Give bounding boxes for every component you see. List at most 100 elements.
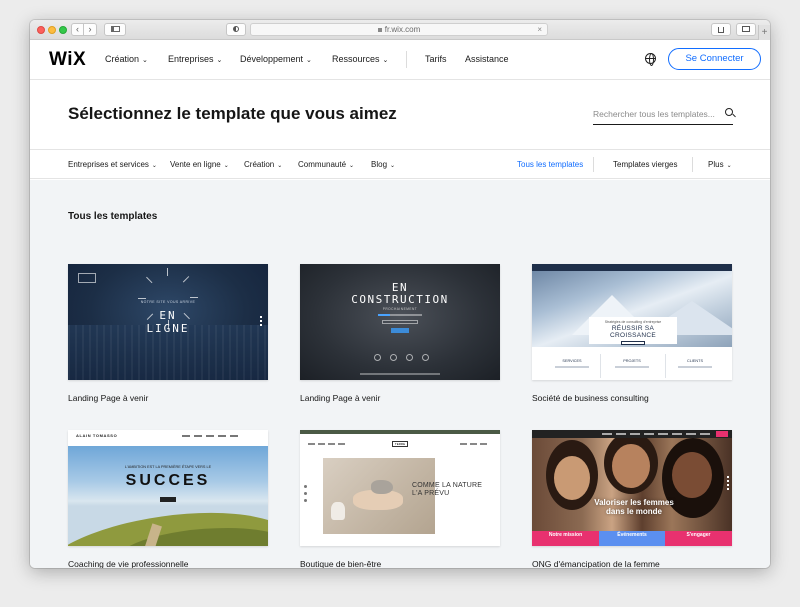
template-thumbnail[interactable]: ALAIN TOMASSO L'AMBITION EST LA PREMIÈRE…: [68, 430, 268, 546]
share-button[interactable]: [711, 23, 731, 36]
minimize-window-button[interactable]: [48, 26, 56, 34]
social-icon: [304, 499, 307, 502]
shop-logo: TERRE: [392, 441, 408, 447]
category-vente[interactable]: Vente en ligne ⌄: [170, 160, 229, 169]
template-caption[interactable]: ONG d'émancipation de la femme: [532, 559, 660, 568]
category-divider: [692, 157, 693, 172]
box-events: Événements: [599, 531, 665, 546]
social-icon: [304, 492, 307, 495]
search-icon[interactable]: [725, 108, 733, 116]
template-card[interactable]: TERRE COMME LA NATURE L'A PRÉVU Boutique …: [300, 430, 500, 568]
category-creation-label: Création: [244, 160, 275, 169]
progress-bar: [378, 314, 422, 316]
face-image: [554, 456, 590, 500]
facebook-icon: [374, 354, 381, 361]
shield-icon: [233, 26, 239, 32]
reload-icon[interactable]: ×: [537, 24, 542, 35]
box-engage: S'engager: [665, 531, 732, 546]
sidebar-toggle-button[interactable]: [104, 23, 126, 36]
thumb-menu: [460, 443, 490, 445]
column-divider: [665, 354, 666, 378]
tab-blank-templates[interactable]: Templates vierges: [613, 160, 677, 169]
browser-toolbar: ‹ › fr.wix.com × +: [30, 20, 770, 40]
decor-ray: [182, 276, 190, 283]
chevron-down-icon: ⌄: [277, 163, 283, 169]
zoom-window-button[interactable]: [59, 26, 67, 34]
thumb-header: [532, 430, 732, 438]
footer-line: [360, 373, 440, 375]
chevron-down-icon: ⌄: [726, 163, 732, 169]
template-thumbnail[interactable]: NOTRE SITE VOUS ARRIVE EN LIGNE: [68, 264, 268, 380]
gallery-title: Tous les templates: [68, 211, 158, 222]
thumb-menu: [182, 435, 238, 437]
category-communaute[interactable]: Communauté ⌄: [298, 160, 354, 169]
thumb-button: [160, 497, 176, 502]
chevron-down-icon: ⌄: [223, 163, 229, 169]
privacy-button[interactable]: [226, 23, 246, 36]
search-input[interactable]: Rechercher tous les templates...: [593, 105, 733, 125]
thumb-menu: [602, 433, 712, 435]
nav-entreprises[interactable]: Entreprises ⌄: [168, 54, 222, 64]
category-blog[interactable]: Blog ⌄: [371, 160, 395, 169]
column-line: [555, 366, 589, 368]
instagram-icon: [406, 354, 413, 361]
sidebar-icon: [110, 26, 120, 32]
email-field: [382, 320, 418, 324]
category-entreprises[interactable]: Entreprises et services ⌄: [68, 160, 157, 169]
close-window-button[interactable]: [37, 26, 45, 34]
category-blog-label: Blog: [371, 160, 388, 169]
category-divider: [593, 157, 594, 172]
template-caption[interactable]: Société de business consulting: [532, 393, 649, 403]
template-card[interactable]: EN CONSTRUCTION PROCHAINEMENT Landing Pa…: [300, 264, 500, 403]
thumb-menu: [308, 443, 346, 445]
wix-logo[interactable]: WiX: [49, 49, 86, 71]
decor-ray: [146, 276, 153, 284]
decor-ray: [168, 320, 169, 328]
nav-creation[interactable]: Création ⌄: [105, 54, 148, 64]
column-line: [615, 366, 649, 368]
template-thumbnail[interactable]: TERRE COMME LA NATURE L'A PRÉVU: [300, 430, 500, 546]
category-creation[interactable]: Création ⌄: [244, 160, 282, 169]
tab-overview-button[interactable]: [736, 23, 756, 36]
template-caption[interactable]: Landing Page à venir: [300, 393, 380, 403]
template-caption[interactable]: Coaching de vie professionnelle: [68, 559, 189, 568]
chevron-down-icon: ⌄: [382, 57, 389, 64]
template-card[interactable]: ALAIN TOMASSO L'AMBITION EST LA PREMIÈRE…: [68, 430, 268, 568]
stone-image: [371, 480, 393, 494]
headline-line-1: Valoriser les femmes: [594, 498, 674, 507]
template-thumbnail[interactable]: Valoriser les femmes dans le monde Notre …: [532, 430, 732, 546]
hero-section: Sélectionnez le template que vous aimez …: [30, 81, 770, 149]
new-tab-button[interactable]: +: [758, 25, 770, 40]
forward-button[interactable]: ›: [84, 23, 97, 36]
template-card[interactable]: Valoriser les femmes dans le monde Notre …: [532, 430, 732, 568]
page-title: Sélectionnez le template que vous aimez: [68, 104, 397, 123]
template-gallery: Tous les templates NOTRE SITE VOUS ARRIV…: [30, 180, 770, 568]
chevron-down-icon: ⌄: [151, 163, 157, 169]
template-card[interactable]: NOTRE SITE VOUS ARRIVE EN LIGNE Landing …: [68, 264, 268, 403]
back-button[interactable]: ‹: [71, 23, 84, 36]
tab-all-templates[interactable]: Tous les templates: [517, 160, 583, 169]
address-bar[interactable]: fr.wix.com ×: [250, 23, 548, 36]
thumb-subtitle: L'AMBITION EST LA PREMIÈRE ÉTAPE VERS LE: [124, 465, 212, 469]
nav-developpement[interactable]: Développement ⌄: [240, 54, 312, 64]
nav-assistance[interactable]: Assistance: [465, 54, 509, 64]
nav-tarifs[interactable]: Tarifs: [425, 54, 447, 64]
template-caption[interactable]: Boutique de bien-être: [300, 559, 381, 568]
template-card[interactable]: Stratégies de consulting d'entreprise RÉ…: [532, 264, 732, 403]
template-thumbnail[interactable]: Stratégies de consulting d'entreprise RÉ…: [532, 264, 732, 380]
login-button[interactable]: Se Connecter: [668, 48, 761, 70]
nav-ressources[interactable]: Ressources ⌄: [332, 54, 388, 64]
thumb-header: ALAIN TOMASSO: [68, 430, 268, 446]
globe-icon[interactable]: [645, 53, 656, 66]
nav-developpement-label: Développement: [240, 54, 304, 64]
more-dropdown[interactable]: Plus ⌄: [708, 160, 732, 169]
more-label: Plus: [708, 160, 724, 169]
chevron-down-icon: ⌄: [142, 57, 148, 64]
template-thumbnail[interactable]: EN CONSTRUCTION PROCHAINEMENT: [300, 264, 500, 380]
sky-image: [68, 446, 268, 546]
template-caption[interactable]: Landing Page à venir: [68, 393, 148, 403]
box-mission: Notre mission: [532, 531, 599, 546]
decor-ray: [138, 298, 146, 299]
social-icons: [727, 476, 729, 490]
category-vente-label: Vente en ligne: [170, 160, 221, 169]
